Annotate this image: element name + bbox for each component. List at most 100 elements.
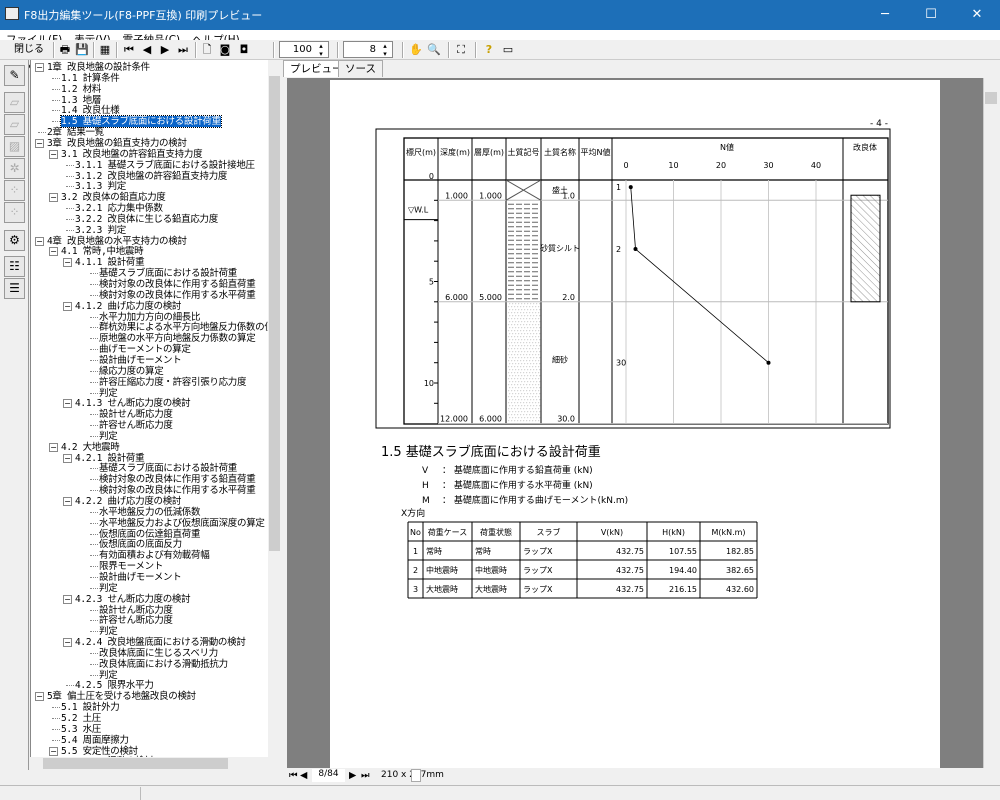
collapse-icon[interactable]: −	[63, 453, 72, 463]
h-scroll-left[interactable]	[411, 769, 421, 782]
tree-item[interactable]: 1.5 基礎スラブ底面における設計荷重	[60, 115, 222, 129]
tab-source[interactable]: ソース	[338, 60, 383, 77]
collapse-icon[interactable]: −	[63, 594, 72, 604]
tree-item[interactable]: 判定	[99, 626, 118, 637]
collapse-icon[interactable]: −	[35, 138, 44, 148]
nav-next-icon[interactable]: ▶	[349, 770, 356, 781]
tree-item[interactable]: 改良体底面に生じるスベリ力	[99, 648, 218, 659]
close-preview-button[interactable]: 閉じる(X)	[8, 41, 50, 73]
tree-item[interactable]: 3.2.1 応力集中係数	[75, 203, 163, 214]
hatch-icon[interactable]: ▨	[4, 136, 25, 157]
hand-tool-icon[interactable]: ✋	[408, 41, 424, 59]
tree-item[interactable]: 3.2 改良体の鉛直応力度	[61, 192, 166, 203]
collapse-icon[interactable]: −	[63, 399, 72, 409]
tree-vertical-scrollbar[interactable]	[268, 60, 281, 757]
tree-item[interactable]: 判定	[99, 388, 118, 399]
tree-item[interactable]: 判定	[99, 670, 118, 681]
tree-item[interactable]: 判定	[99, 583, 118, 594]
collapse-icon[interactable]: −	[35, 63, 44, 72]
tree-item[interactable]: 4章 改良地盤の水平支持力の検討	[47, 236, 187, 247]
page-spinner[interactable]: 8	[343, 41, 393, 58]
layer-icon[interactable]: ▱	[4, 92, 25, 113]
close-button[interactable]: ✕	[954, 0, 1000, 30]
tree-item[interactable]: 5章 偏土圧を受ける地盤改良の検討	[47, 691, 196, 702]
settings-icon[interactable]: ⚙	[4, 230, 25, 251]
tree-collapse-icon[interactable]: ☰	[4, 278, 25, 299]
next-page-icon[interactable]: ▶	[158, 41, 172, 59]
collapse-icon[interactable]: −	[49, 247, 58, 257]
tree-item[interactable]: 1章 改良地盤の設計条件	[47, 62, 150, 73]
tree-item[interactable]: 4.2.1 設計荷重	[75, 453, 145, 464]
nav-prev-icon[interactable]: ◀	[300, 770, 307, 781]
tree-item[interactable]: 3.1.3 判定	[75, 181, 126, 192]
tree-item[interactable]: 水平力加力方向の細長比	[99, 312, 201, 323]
export-icon[interactable]: ▦	[97, 41, 113, 59]
save-icon[interactable]: 💾	[74, 41, 90, 59]
collapse-icon[interactable]: −	[35, 236, 44, 246]
nav-last-icon[interactable]: ⏭	[361, 770, 370, 781]
help-icon[interactable]: ?	[481, 41, 497, 59]
tree-item[interactable]: 4.2.4 改良地盤底面における滑動の検討	[75, 637, 246, 648]
fit-width-icon[interactable]: ◙	[217, 41, 233, 59]
tree-item[interactable]: 仮想底面の伝達鉛直荷重	[99, 529, 201, 540]
collapse-icon[interactable]: −	[49, 746, 58, 756]
tree-item[interactable]: 検討対象の改良体に作用する水平荷重	[99, 485, 256, 496]
tree-item[interactable]: 1.3 地層	[61, 95, 101, 106]
tree-item[interactable]: 設計せん断応力度	[99, 409, 173, 420]
tree-item[interactable]: 基礎スラブ底面における設計荷重	[99, 268, 237, 279]
tree-item[interactable]: 改良体底面における滑動抵抗力	[99, 659, 228, 670]
tree-item[interactable]: 原地盤の水平方向地盤反力係数の算定	[99, 333, 256, 344]
tree-item[interactable]: 水平地盤反力の低減係数	[99, 507, 201, 518]
layer2-icon[interactable]: ▱	[4, 114, 25, 135]
tree-item[interactable]: 3.2.2 改良体に生じる鉛直応力度	[75, 214, 218, 225]
pen-icon[interactable]: ✎	[4, 65, 25, 86]
single-page-icon[interactable]: 🗋	[199, 41, 215, 59]
tree-item[interactable]: 限界モーメント	[99, 561, 163, 572]
collapse-icon[interactable]: −	[63, 638, 72, 648]
tree-item[interactable]: 許容圧縮応力度・許容引張り応力度	[99, 377, 247, 388]
tree-item[interactable]: 3.1.1 基礎スラブ底面における設計接地圧	[75, 160, 255, 171]
tree-item[interactable]: 曲げモーメントの算定	[99, 344, 191, 355]
first-page-icon[interactable]: ⏮	[122, 41, 136, 59]
nav-first-icon[interactable]: ⏮	[289, 770, 298, 781]
tree-item[interactable]: 5.5 安定性の検討	[61, 746, 138, 757]
collapse-icon[interactable]: −	[35, 692, 44, 702]
print-icon[interactable]: 🖶	[57, 41, 73, 59]
collapse-icon[interactable]: −	[49, 193, 58, 203]
tree-item[interactable]: 許容せん断応力度	[99, 420, 173, 431]
nodes-icon[interactable]: ⁘	[4, 180, 25, 201]
fit-page-icon[interactable]: ◘	[236, 41, 252, 59]
tree-item[interactable]: 4.1 常時,中地震時	[61, 246, 144, 257]
tree-item[interactable]: 4.2 大地震時	[61, 442, 120, 453]
tree-item[interactable]: 設計せん断応力度	[99, 605, 173, 616]
collapse-icon[interactable]: −	[63, 258, 72, 268]
split-icon[interactable]: ✲	[4, 158, 25, 179]
tree-item[interactable]: 4.2.2 曲げ応力度の検討	[75, 496, 181, 507]
tree-item[interactable]: 4.1.3 せん断応力度の検討	[75, 398, 191, 409]
page-indicator[interactable]: 8/84	[312, 769, 345, 782]
last-page-icon[interactable]: ⏭	[176, 41, 190, 59]
tree-item[interactable]: 4.2.3 せん断応力度の検討	[75, 594, 191, 605]
tree-item[interactable]: 5.1 設計外力	[61, 702, 120, 713]
tree-item[interactable]: 5.4 周面摩擦力	[61, 735, 129, 746]
tree-item[interactable]: 検討対象の改良体に作用する鉛直荷重	[99, 279, 256, 290]
tree-item[interactable]: 設計曲げモーメント	[99, 355, 182, 366]
tree-item[interactable]: 群杭効果による水平方向地盤反力係数の低減	[99, 322, 268, 333]
tree-item[interactable]: 仮想底面の底面反力	[99, 539, 182, 550]
collapse-icon[interactable]: −	[63, 497, 72, 506]
fullscreen-icon[interactable]: ⛶	[453, 41, 469, 59]
tree-item[interactable]: 設計曲げモーメント	[99, 572, 182, 583]
tree-horizontal-scrollbar[interactable]	[30, 757, 281, 770]
tree-item[interactable]: 4.1.1 設計荷重	[75, 257, 145, 268]
magnifier-icon[interactable]: 🔍	[426, 41, 442, 59]
maximize-button[interactable]: ☐	[908, 0, 954, 30]
tree-item[interactable]: 1.2 材料	[61, 84, 101, 95]
tree-item[interactable]: 2章 結果一覧	[47, 127, 104, 138]
tree-item[interactable]: 3章 改良地盤の鉛直支持力の検討	[47, 138, 187, 149]
tree-item[interactable]: 検討対象の改良体に作用する鉛直荷重	[99, 474, 256, 485]
collapse-icon[interactable]: −	[63, 301, 72, 311]
tree-item[interactable]: 5.2 土圧	[61, 713, 101, 724]
preview-vertical-scrollbar[interactable]	[983, 78, 998, 768]
tree-item[interactable]: 4.2.5 限界水平力	[75, 680, 154, 691]
tree-item[interactable]: 1.1 計算条件	[61, 73, 120, 84]
